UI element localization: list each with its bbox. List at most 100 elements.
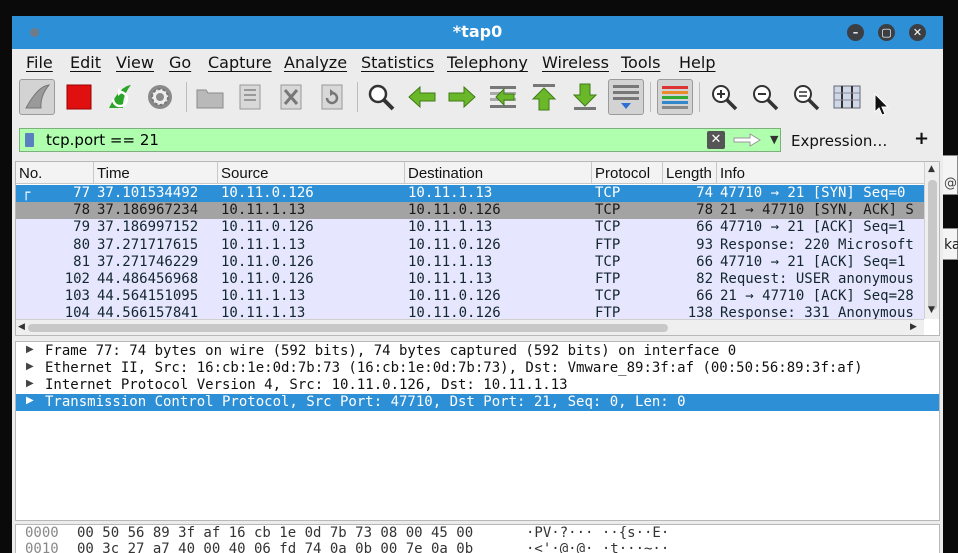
zoom-out-icon (753, 85, 779, 111)
menu-telephony[interactable]: Telephony (447, 53, 528, 72)
column-time[interactable]: Time (94, 162, 218, 184)
display-filter-text[interactable]: tcp.port == 21 (46, 131, 159, 149)
detail-row-ethernet[interactable]: ▶ Ethernet II, Src: 16:cb:1e:0d:7b:73 (1… (16, 360, 939, 377)
detail-row-tcp[interactable]: ▶ Transmission Control Protocol, Src Por… (16, 394, 939, 411)
colorize-button[interactable] (657, 79, 693, 115)
toolbar-separator (699, 82, 700, 112)
main-toolbar (12, 75, 943, 122)
go-to-packet-button[interactable] (485, 79, 521, 115)
menu-bar: File Edit View Go Capture Analyze Statis… (12, 49, 943, 75)
arrow-down-icon (572, 83, 598, 110)
start-capture-button[interactable] (19, 79, 55, 115)
detail-row-frame[interactable]: ▶ Frame 77: 74 bytes on wire (592 bits),… (16, 343, 939, 360)
scroll-left-icon[interactable]: ◀ (18, 322, 25, 332)
capture-options-button[interactable] (142, 79, 178, 115)
close-file-icon (280, 84, 302, 110)
zoom-out-button[interactable] (747, 79, 783, 115)
packet-row[interactable]: 103 44.564151095 10.11.1.13 10.11.0.126 … (16, 288, 924, 306)
menu-edit[interactable]: Edit (70, 53, 101, 72)
maximize-button[interactable]: ▢ (878, 24, 895, 41)
column-no[interactable]: No. (16, 162, 94, 184)
auto-scroll-icon (613, 85, 639, 109)
packet-row[interactable]: 78 37.186967234 10.11.1.13 10.11.0.126 T… (16, 202, 924, 220)
go-to-packet-icon (490, 86, 516, 108)
column-info[interactable]: Info (717, 162, 924, 184)
shark-fin-icon (25, 84, 51, 109)
bookmark-icon[interactable] (25, 133, 34, 147)
normal-size-button[interactable] (788, 79, 824, 115)
column-protocol[interactable]: Protocol (592, 162, 663, 184)
zoom-reset-icon (794, 85, 820, 111)
scroll-thumb[interactable] (28, 324, 668, 332)
bytes-row[interactable]: 0010 00 3c 27 a7 40 00 40 06 fd 74 0a 0b… (16, 541, 939, 553)
packet-row[interactable]: 81 37.271746229 10.11.0.126 10.11.1.13 T… (16, 253, 924, 271)
clear-filter-icon[interactable]: ✕ (707, 131, 725, 149)
find-packet-button[interactable] (363, 79, 399, 115)
go-back-button[interactable] (404, 79, 440, 115)
menu-statistics[interactable]: Statistics (361, 53, 434, 72)
magnifier-icon (368, 84, 395, 111)
expand-arrow-icon[interactable]: ▶ (26, 395, 34, 406)
filter-history-dropdown-icon[interactable]: ▼ (770, 129, 782, 151)
menu-tools[interactable]: Tools (621, 53, 660, 72)
add-filter-button[interactable]: + (914, 128, 929, 149)
column-destination[interactable]: Destination (405, 162, 592, 184)
packet-list[interactable]: No. Time Source Destination Protocol Len… (15, 161, 940, 336)
folder-icon (196, 89, 224, 109)
first-packet-button[interactable] (526, 79, 562, 115)
scroll-up-icon[interactable]: ▲ (928, 164, 935, 174)
column-length[interactable]: Length (663, 162, 717, 184)
column-source[interactable]: Source (218, 162, 405, 184)
toolbar-separator (650, 82, 651, 112)
menu-view[interactable]: View (116, 53, 154, 72)
go-forward-button[interactable] (444, 79, 480, 115)
arrow-up-icon (531, 84, 557, 111)
save-file-button[interactable] (232, 79, 268, 115)
mouse-cursor-icon (874, 93, 890, 116)
menu-file[interactable]: File (26, 53, 53, 72)
reload-file-button[interactable] (314, 79, 350, 115)
resize-columns-button[interactable] (829, 79, 865, 115)
expand-arrow-icon[interactable]: ▶ (26, 344, 34, 355)
packet-row[interactable]: 79 37.186997152 10.11.0.126 10.11.1.13 T… (16, 219, 924, 237)
expand-arrow-icon[interactable]: ▶ (26, 378, 34, 389)
scroll-down-icon[interactable]: ▼ (928, 305, 935, 315)
bytes-row[interactable]: 0000 00 50 56 89 3f af 16 cb 1e 0d 7b 73… (16, 525, 939, 542)
display-filter-input[interactable]: tcp.port == 21 ✕ ▼ (19, 128, 781, 152)
title-bar[interactable]: *tap0 – ▢ ✕ (12, 16, 943, 49)
menu-analyze[interactable]: Analyze (284, 53, 347, 72)
menu-wireless[interactable]: Wireless (542, 53, 609, 72)
open-file-button[interactable] (192, 79, 228, 115)
packet-bytes-pane[interactable]: 0000 00 50 56 89 3f af 16 cb 1e 0d 7b 73… (15, 524, 940, 553)
toolbar-separator (357, 82, 358, 112)
stop-icon (66, 84, 92, 110)
packet-row[interactable]: 102 44.486456968 10.11.0.126 10.11.1.13 … (16, 270, 924, 289)
packet-list-vertical-scrollbar[interactable]: ▲ ▼ (924, 162, 939, 319)
scroll-right-icon[interactable]: ▶ (910, 322, 917, 332)
expand-arrow-icon[interactable]: ▶ (26, 361, 34, 372)
close-file-button[interactable] (273, 79, 309, 115)
auto-scroll-button[interactable] (608, 79, 644, 115)
packet-row[interactable]: 80 37.271717615 10.11.1.13 10.11.0.126 F… (16, 236, 924, 254)
close-button[interactable]: ✕ (909, 24, 926, 41)
menu-help[interactable]: Help (679, 53, 715, 72)
zoom-in-button[interactable] (706, 79, 742, 115)
packet-row[interactable]: ┌ 77 37.101534492 10.11.0.126 10.11.1.13… (16, 185, 924, 203)
scroll-thumb[interactable] (928, 180, 937, 310)
stop-capture-button[interactable] (61, 79, 97, 115)
last-packet-button[interactable] (567, 79, 603, 115)
detail-row-ipv4[interactable]: ▶ Internet Protocol Version 4, Src: 10.1… (16, 377, 939, 394)
restart-capture-button[interactable] (101, 79, 137, 115)
packet-rows: ┌ 77 37.101534492 10.11.0.126 10.11.1.13… (16, 185, 924, 323)
packet-list-horizontal-scrollbar[interactable]: ◀ ▶ (16, 319, 924, 335)
apply-filter-arrow-icon[interactable] (732, 133, 762, 147)
packet-details-tree[interactable]: ▶ Frame 77: 74 bytes on wire (592 bits),… (15, 341, 940, 521)
menu-capture[interactable]: Capture (208, 53, 272, 72)
save-icon (239, 84, 261, 110)
minimize-button[interactable]: – (847, 24, 864, 41)
arrow-left-icon (408, 85, 436, 109)
display-filter-bar: tcp.port == 21 ✕ ▼ Expression… + (12, 125, 943, 157)
menu-go[interactable]: Go (169, 53, 191, 72)
expression-button[interactable]: Expression… (791, 132, 887, 150)
packet-list-header: No. Time Source Destination Protocol Len… (16, 162, 924, 184)
